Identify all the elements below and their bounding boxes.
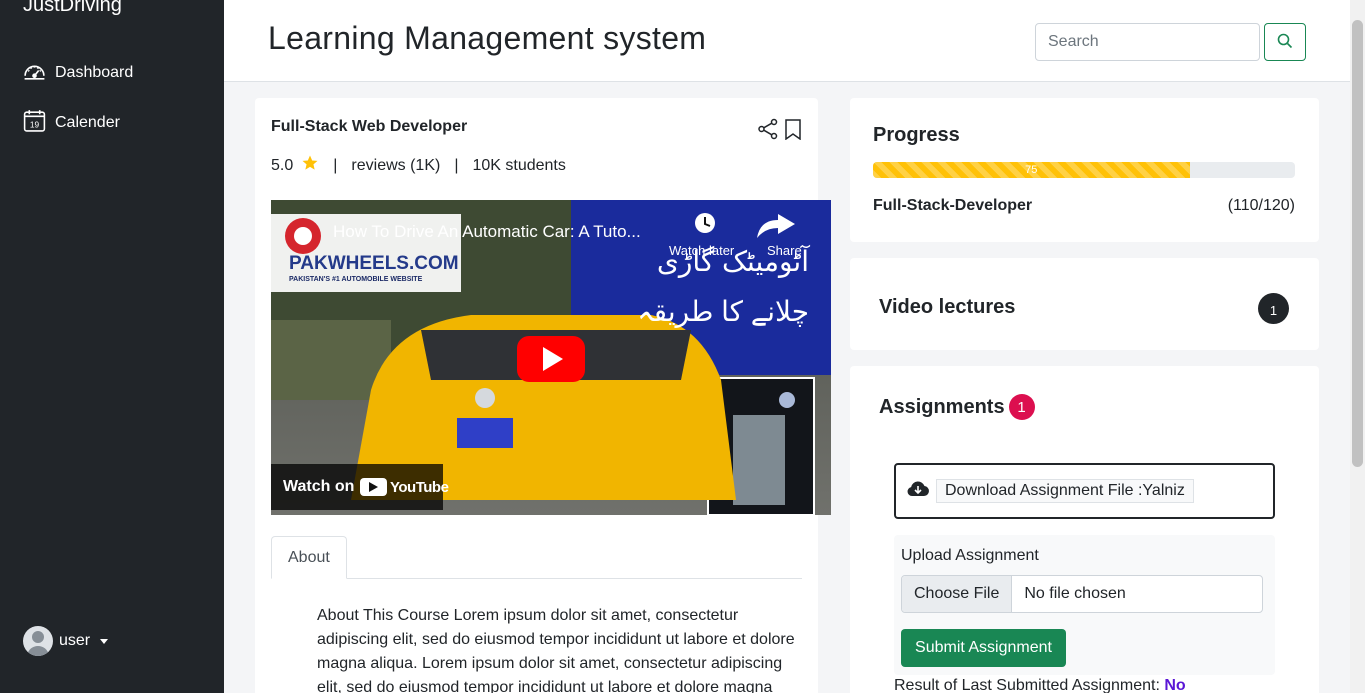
cloud-download-icon [906,479,930,504]
progress-fill: 75 [873,162,1190,178]
course-actions [757,118,803,145]
watch-on-label[interactable]: Watch on [283,478,354,496]
sidebar-item-label: Calender [55,114,120,131]
channel-tagline: PAKISTAN'S #1 AUTOMOBILE WEBSITE [289,276,423,283]
sidebar-item-dashboard[interactable]: Dashboard [22,58,133,88]
separator: | [454,156,459,174]
video-title[interactable]: How To Drive An Automatic Car: A Tuto... [333,222,673,242]
upload-assignment-label: Upload Assignment [901,547,1039,564]
upload-assignment-form: Upload Assignment Choose File No file ch… [894,535,1275,675]
progress-card: Progress 75 Full-Stack-Developer (110/12… [850,98,1319,242]
sidebar: JustDriving Dashboard 19 Calender user [0,0,224,693]
sidebar-item-calender[interactable]: 19 Calender [22,108,120,138]
last-result-value: No [1164,677,1186,693]
star-icon [301,154,319,177]
course-tabs: About [271,536,802,579]
video-lectures-title: Video lectures [879,296,1016,318]
watch-later-label[interactable]: Watch later [669,243,734,258]
course-reviews: reviews (1K) [351,156,441,174]
progress-count: (110/120) [1227,197,1295,214]
speedometer-icon [22,58,47,88]
course-rating: 5.0 [271,156,294,174]
file-input[interactable]: Choose File No file chosen [901,575,1263,613]
assignments-count-badge: 1 [1008,394,1035,420]
calendar-icon: 19 [22,108,47,138]
assignments-title-label: Assignments [879,395,1005,418]
course-card: Full-Stack Web Developer 5.0 | reviews (… [255,98,831,693]
svg-text:19: 19 [30,119,40,129]
assignments-card: Assignments 1 Download Assignment File :… [850,366,1319,693]
download-assignment-button[interactable]: Download Assignment File :Yalniz [936,479,1194,503]
user-name: user [59,632,91,649]
video-lectures-card[interactable]: Video lectures 1 [850,258,1319,350]
page-scrollbar[interactable] [1350,0,1365,693]
progress-course-name: Full-Stack-Developer [873,197,1033,214]
course-meta: 5.0 | reviews (1K) | 10K students [271,154,566,177]
video-embed[interactable]: How To Drive An Automatic Car: A Tuto...… [271,200,831,515]
download-assignment-box[interactable]: Download Assignment File :Yalniz [894,463,1275,519]
youtube-logo-text: YouTube [390,479,449,496]
avatar [23,626,53,656]
progress-title: Progress [873,124,960,146]
sidebar-item-label: Dashboard [55,64,134,81]
search-button[interactable] [1264,23,1306,61]
share-icon[interactable] [757,118,779,145]
search-input[interactable] [1035,23,1260,61]
channel-logo-text: PAKWHEELS.COM [289,253,459,274]
tab-about[interactable]: About [271,536,347,579]
video-lectures-count-badge: 1 [1258,293,1289,324]
last-result: Result of Last Submitted Assignment: No [894,677,1186,693]
brand-name[interactable]: JustDriving [23,0,122,17]
top-header: Learning Management system [224,0,1350,82]
choose-file-button[interactable]: Choose File [902,576,1013,612]
scrollbar-thumb[interactable] [1352,20,1363,467]
submit-assignment-button[interactable]: Submit Assignment [901,629,1066,667]
assignments-title: Assignments 1 [879,394,1035,420]
last-result-label: Result of Last Submitted Assignment: [894,677,1160,693]
about-text: About This Course Lorem ipsum dolor sit … [317,607,795,693]
play-button[interactable] [517,336,585,382]
urdu-caption-line2: چلانے کا طریقہ [637,296,809,327]
search-icon [1277,33,1293,52]
caret-down-icon [100,638,109,644]
page-title: Learning Management system [268,20,707,56]
file-status: No file chosen [1024,585,1126,602]
share-label[interactable]: Share [767,243,802,258]
course-title: Full-Stack Web Developer [271,118,468,135]
user-menu[interactable]: user [23,626,109,656]
bookmark-icon[interactable] [783,118,803,145]
course-students: 10K students [472,156,566,174]
progress-bar: 75 [873,162,1295,178]
separator: | [333,156,338,174]
